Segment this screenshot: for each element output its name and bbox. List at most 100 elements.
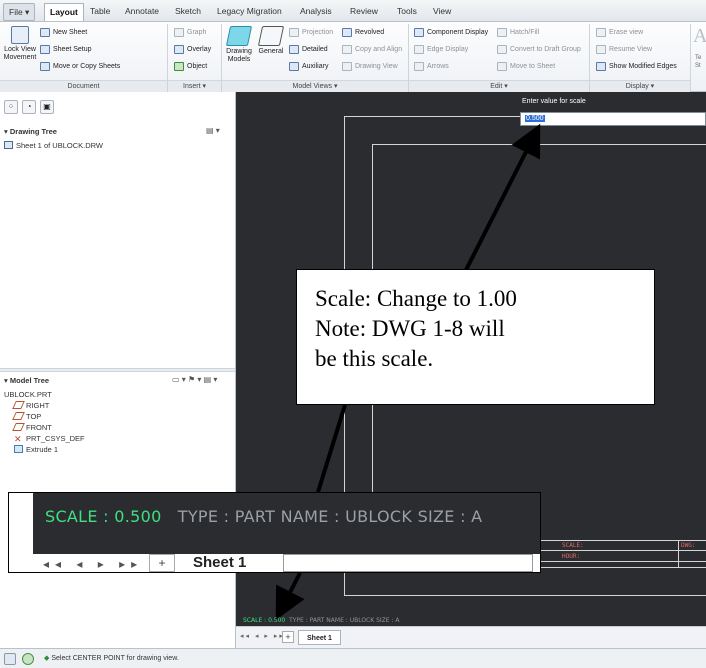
tree-item-ublock-prt[interactable]: UBLOCK.PRT — [4, 389, 52, 400]
tree-item-prt-csys-def[interactable]: ✕ PRT_CSYS_DEF — [14, 433, 85, 444]
drawing-tree-settings-icon[interactable]: ▤ ▾ — [206, 126, 220, 136]
resume-view-icon — [596, 45, 606, 54]
zoomed-sheet-tabs: ◂◂ ◂ ▸ ▸▸ + Sheet 1 — [33, 554, 540, 572]
tree-item-sheet-1[interactable]: Sheet 1 of UBLOCK.DRW — [4, 140, 103, 151]
scale-prompt-label: Enter value for scale — [522, 98, 586, 105]
projection-button[interactable]: Projection — [289, 27, 333, 39]
detailed-button[interactable]: Detailed — [289, 44, 328, 56]
model-tree-title: Model Tree — [9, 376, 50, 385]
title-block-hour-label: HOUR: — [562, 553, 581, 560]
tab-annotate[interactable]: Annotate — [120, 3, 164, 21]
component-display-button[interactable]: Component Display — [414, 27, 488, 39]
tab-sketch[interactable]: Sketch — [170, 3, 206, 21]
tab-sheet-1[interactable]: Sheet 1 — [298, 630, 341, 645]
tab-tools[interactable]: Tools — [392, 3, 422, 21]
hatch-fill-icon — [497, 28, 507, 37]
edit-group-footer[interactable]: Edit ▾ — [409, 80, 589, 92]
convert-draft-group-button[interactable]: Convert to Draft Group — [497, 44, 581, 56]
revolved-button[interactable]: Revolved — [342, 27, 384, 39]
drawing-tree-header[interactable]: ▾ Drawing Tree — [4, 126, 57, 138]
model-tree-tab-icon[interactable]: ⁘ — [4, 100, 18, 114]
format-partial-label: Te St — [695, 55, 702, 69]
copy-align-label: Copy and Align — [355, 46, 403, 53]
general-view-icon — [257, 26, 285, 46]
general-view-button[interactable]: General — [256, 26, 286, 56]
tab-view[interactable]: View — [428, 3, 456, 21]
insert-group-footer[interactable]: Insert ▾ — [168, 80, 221, 92]
auxiliary-button[interactable]: Auxiliary — [289, 61, 328, 73]
object-button[interactable]: Object — [174, 61, 207, 73]
ublock-prt-label: UBLOCK.PRT — [4, 390, 52, 399]
sheet-setup-button[interactable]: Sheet Setup — [40, 44, 92, 56]
folder-browser-tab-icon[interactable]: ◔ — [22, 100, 36, 114]
detailed-label: Detailed — [302, 46, 328, 53]
panel-splitter[interactable] — [0, 368, 235, 372]
navigator-toggle-icon[interactable] — [4, 653, 16, 665]
move-to-sheet-button[interactable]: Move to Sheet — [497, 61, 555, 73]
show-modified-edges-button[interactable]: Show Modified Edges — [596, 61, 677, 73]
projection-label: Projection — [302, 29, 334, 36]
title-block-line — [678, 540, 679, 568]
zoomed-add-sheet-button: + — [149, 554, 175, 572]
display-group-footer[interactable]: Display ▾ — [590, 80, 690, 92]
model-views-group-footer[interactable]: Model Views ▾ — [222, 80, 408, 92]
hatch-fill-button[interactable]: Hatch/Fill — [497, 27, 539, 39]
drawing-models-button[interactable]: Drawing Models — [224, 26, 254, 64]
top-label: TOP — [26, 412, 42, 421]
drawing-models-label: Drawing Models — [226, 48, 252, 63]
erase-view-icon — [596, 28, 606, 37]
sheet-nav-arrows-icon[interactable]: ◂◂ ◂ ▸ ▸▸ — [240, 632, 285, 640]
datum-plane-icon — [12, 423, 25, 431]
tab-layout[interactable]: Layout — [44, 3, 84, 21]
object-label: Object — [187, 63, 208, 70]
tree-item-right[interactable]: RIGHT — [12, 400, 50, 411]
text-style-icon[interactable]: A — [693, 25, 706, 48]
extrude-icon — [14, 445, 23, 453]
zoomed-scale-text: SCALE : 0.500 — [45, 507, 162, 526]
tab-review[interactable]: Review — [345, 3, 383, 21]
scale-input-value: 0.500 — [525, 115, 545, 122]
callout-line-2: Note: DWG 1-8 will — [315, 316, 505, 341]
drawing-models-icon — [225, 26, 253, 46]
lock-view-label: Lock View Movement — [3, 46, 37, 61]
drawing-view-button[interactable]: Drawing View — [342, 61, 398, 73]
new-sheet-icon — [40, 28, 50, 37]
arrows-button[interactable]: Arrows — [414, 61, 449, 73]
status-scale-text[interactable]: SCALE : 0.500 — [243, 617, 285, 624]
right-label: RIGHT — [26, 401, 50, 410]
new-sheet-button[interactable]: New Sheet — [40, 27, 87, 39]
graph-button[interactable]: Graph — [174, 27, 206, 39]
tree-item-front[interactable]: FRONT — [12, 422, 52, 433]
overlay-button[interactable]: Overlay — [174, 44, 211, 56]
model-tree-header[interactable]: ▾ Model Tree — [4, 375, 49, 387]
extrude-1-label: Extrude 1 — [26, 445, 59, 454]
tab-table[interactable]: Table — [85, 3, 115, 21]
model-tree-tools-icon[interactable]: ▭ ▾ ⚑ ▾ ▤ ▾ — [172, 375, 217, 385]
auxiliary-label: Auxiliary — [302, 63, 329, 70]
edge-display-button[interactable]: Edge Display — [414, 44, 468, 56]
sheet-icon — [4, 141, 13, 149]
add-sheet-button[interactable]: + — [282, 631, 294, 643]
zoomed-status-text: SCALE : 0.500 TYPE : PART NAME : UBLOCK … — [45, 507, 482, 526]
lock-view-movement-button[interactable]: Lock View Movement — [3, 26, 37, 62]
move-copy-sheets-button[interactable]: Move or Copy Sheets — [40, 61, 120, 73]
tree-item-top[interactable]: TOP — [12, 411, 42, 422]
detailed-icon — [289, 45, 299, 54]
datum-plane-icon — [12, 412, 25, 420]
tab-analysis[interactable]: Analysis — [295, 3, 337, 21]
resume-view-button[interactable]: Resume View — [596, 44, 652, 56]
status-message-text: Select CENTER POINT for drawing view. — [51, 655, 179, 662]
revolved-label: Revolved — [355, 29, 385, 36]
drawing-view-icon — [342, 62, 352, 71]
tree-item-extrude-1[interactable]: Extrude 1 — [14, 444, 58, 455]
zoomed-rest-text: TYPE : PART NAME : UBLOCK SIZE : A — [177, 507, 483, 526]
copy-align-button[interactable]: Copy and Align — [342, 44, 402, 56]
favorites-tab-icon[interactable]: ▣ — [40, 100, 54, 114]
tab-legacy-migration[interactable]: Legacy Migration — [212, 3, 287, 21]
prt-csys-def-label: PRT_CSYS_DEF — [26, 434, 85, 443]
erase-view-button[interactable]: Erase view — [596, 27, 643, 39]
scale-input[interactable]: 0.500 — [520, 112, 706, 126]
zoomed-nav-arrows-icon: ◂◂ ◂ ▸ ▸▸ — [43, 557, 144, 571]
tab-file[interactable]: File ▾ — [3, 3, 36, 21]
browser-toggle-icon[interactable] — [22, 653, 34, 665]
